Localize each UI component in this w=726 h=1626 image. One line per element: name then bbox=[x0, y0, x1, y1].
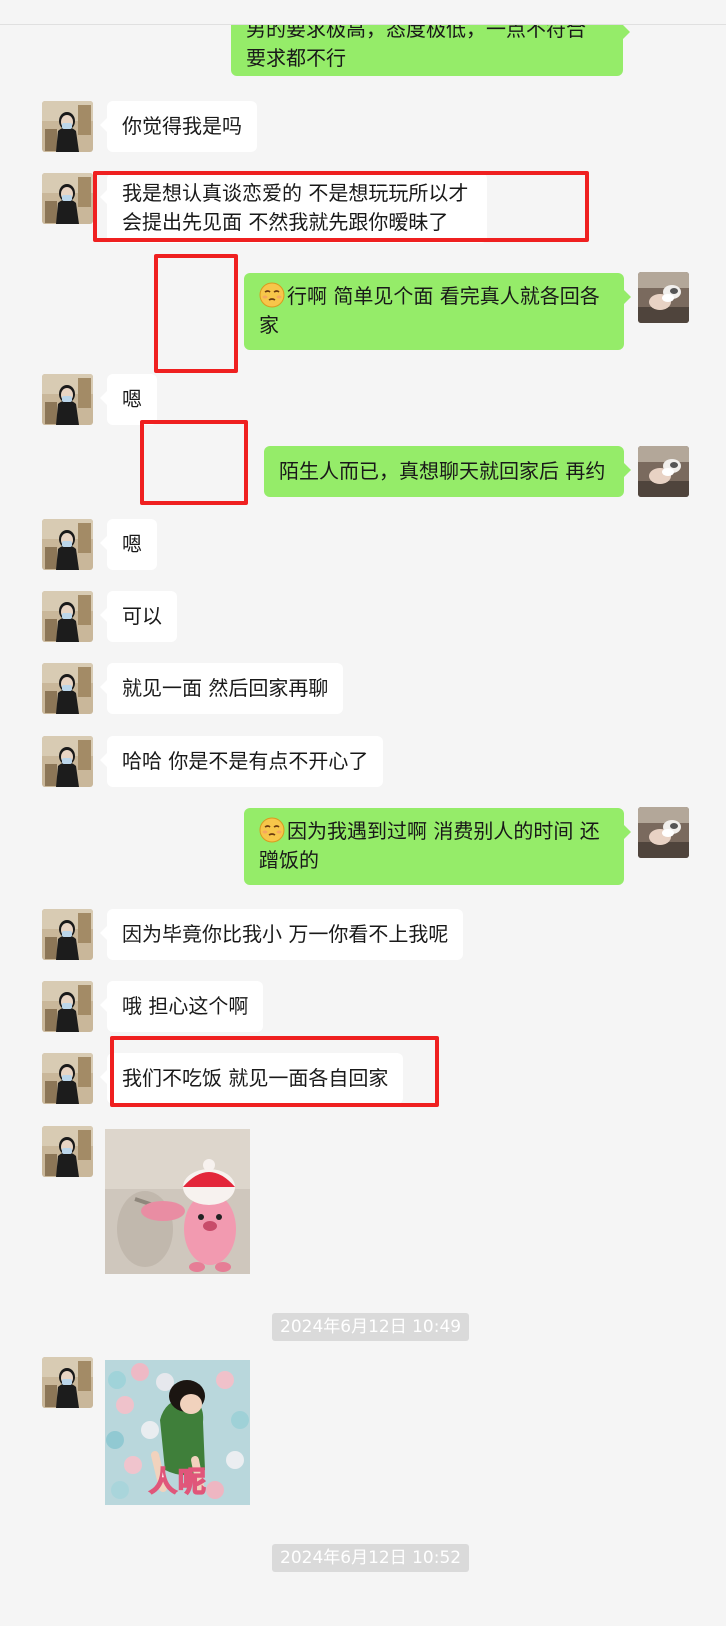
message-bubble-other[interactable]: 你觉得我是吗 bbox=[100, 101, 257, 152]
message-bubble-other[interactable]: 我是想认真谈恋爱的 不是想玩玩所以才 会提出先见面 不然我就先跟你暧昧了 bbox=[100, 173, 487, 243]
message-bubble-other[interactable]: 因为毕竟你比我小 万一你看不上我呢 bbox=[99, 909, 464, 960]
message-text: 嗯 bbox=[122, 532, 142, 556]
message-bubble-other[interactable]: 嗯 bbox=[100, 519, 157, 570]
contact-avatar[interactable] bbox=[42, 1357, 93, 1408]
timestamp: 2024年6月12日 10:52 bbox=[272, 1544, 470, 1572]
contact-avatar[interactable] bbox=[42, 909, 93, 960]
message-text: 我们不吃饭 就见一面各自回家 bbox=[122, 1066, 389, 1090]
red-annotation-box bbox=[140, 420, 248, 505]
message-text: 蹭饭的 bbox=[259, 848, 319, 872]
contact-avatar[interactable] bbox=[42, 1053, 93, 1104]
self-avatar[interactable] bbox=[638, 446, 689, 497]
message-text: 因为毕竟你比我小 万一你看不上我呢 bbox=[122, 922, 449, 946]
message-bubble-other[interactable]: 可以 bbox=[100, 591, 177, 642]
contact-avatar[interactable] bbox=[42, 663, 93, 714]
contact-avatar[interactable] bbox=[42, 519, 93, 570]
contact-avatar[interactable] bbox=[42, 173, 93, 224]
message-text: 就见一面 然后回家再聊 bbox=[122, 676, 329, 700]
contact-avatar[interactable] bbox=[42, 1126, 93, 1177]
smirk-emoji-icon bbox=[259, 817, 285, 843]
message-bubble-other[interactable]: 哈哈 你是不是有点不开心了 bbox=[99, 736, 384, 787]
contact-avatar[interactable] bbox=[42, 374, 93, 425]
message-text: 会提出先见面 不然我就先跟你暧昧了 bbox=[122, 210, 449, 234]
timestamp: 2024年6月12日 10:49 bbox=[272, 1313, 470, 1341]
sticker-caption: 人呢 bbox=[148, 1465, 208, 1499]
message-text: 哦 担心这个啊 bbox=[122, 994, 249, 1018]
message-text: 你觉得我是吗 bbox=[122, 114, 242, 138]
self-avatar[interactable] bbox=[638, 272, 689, 323]
message-text: 因为我遇到过啊 消费别人的时间 还 bbox=[287, 819, 600, 843]
message-bubble-self[interactable]: 因为我遇到过啊 消费别人的时间 还 蹭饭的 bbox=[244, 808, 631, 885]
message-text: 行啊 简单见个面 看完真人就各回各 bbox=[287, 284, 600, 308]
message-text: 嗯 bbox=[122, 387, 142, 411]
message-text: 哈哈 你是不是有点不开心了 bbox=[122, 749, 369, 773]
message-text: 陌生人而已，真想聊天就回家后 再约 bbox=[279, 459, 606, 483]
message-bubble-other[interactable]: 哦 担心这个啊 bbox=[99, 981, 264, 1032]
contact-avatar[interactable] bbox=[42, 981, 93, 1032]
message-bubble-other[interactable]: 嗯 bbox=[100, 374, 157, 425]
top-divider bbox=[0, 0, 726, 25]
contact-avatar[interactable] bbox=[42, 101, 93, 152]
red-annotation-box bbox=[154, 254, 238, 373]
contact-avatar[interactable] bbox=[42, 591, 93, 642]
message-bubble-other[interactable]: 就见一面 然后回家再聊 bbox=[99, 663, 344, 714]
message-bubble-self[interactable]: 行啊 简单见个面 看完真人就各回各 家 bbox=[244, 273, 631, 350]
message-text: 家 bbox=[259, 313, 279, 337]
pink-beaver-sticker[interactable] bbox=[105, 1129, 250, 1274]
message-text: 可以 bbox=[122, 604, 162, 628]
message-text: 要求都不行 bbox=[246, 46, 346, 70]
child-ball-pit-sticker[interactable]: 人呢 bbox=[105, 1360, 250, 1505]
message-bubble-other[interactable]: 我们不吃饭 就见一面各自回家 bbox=[99, 1053, 404, 1104]
self-avatar[interactable] bbox=[638, 807, 689, 858]
message-text: 我是想认真谈恋爱的 不是想玩玩所以才 bbox=[122, 181, 469, 205]
contact-avatar[interactable] bbox=[42, 736, 93, 787]
message-bubble-self[interactable]: 陌生人而已，真想聊天就回家后 再约 bbox=[264, 446, 631, 497]
smirk-emoji-icon bbox=[259, 282, 285, 308]
